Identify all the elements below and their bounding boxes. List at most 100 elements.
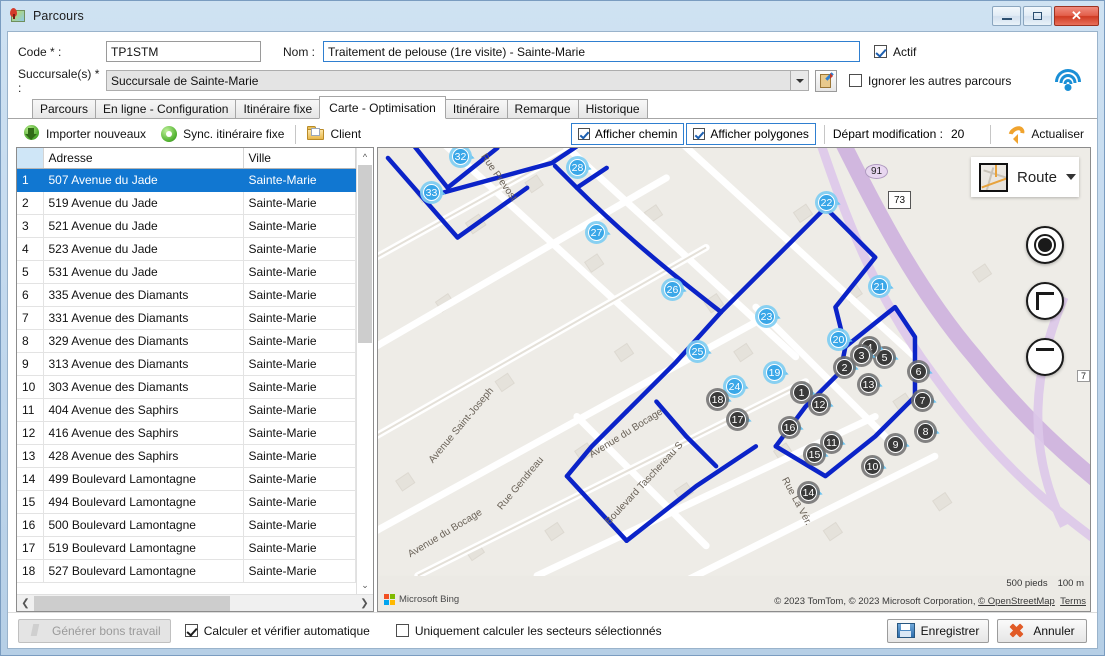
table-row[interactable]: 6 335 Avenue des Diamants Sainte-Marie [17,283,356,307]
nom-input[interactable] [323,41,861,62]
tab-itineraire[interactable]: Itinéraire [444,99,508,118]
map-marker-28[interactable]: 28 [566,156,595,180]
map-marker-19[interactable]: 19 [763,361,792,385]
map-marker-27[interactable]: 27 [585,221,614,245]
tab-remarque[interactable]: Remarque [506,99,579,118]
header-form: Code * : Nom : Actif Succursale(s) * : [8,32,1097,98]
tab-itineraire-fixe[interactable]: Itinéraire fixe [235,99,321,118]
ignorer-check-box[interactable] [849,74,862,87]
map-marker-15[interactable]: 15 [803,443,832,467]
hscroll-thumb[interactable] [34,595,230,611]
table-row[interactable]: 12 416 Avenue des Saphirs Sainte-Marie [17,421,356,445]
sync-itineraire-fixe-button[interactable]: Sync. itinéraire fixe [153,122,291,146]
table-row[interactable]: 11 404 Avenue des Saphirs Sainte-Marie [17,398,356,422]
calculer-check-box[interactable] [184,624,198,637]
table-row[interactable]: 17 519 Boulevard Lamontagne Sainte-Marie [17,536,356,560]
uniquement-check-box[interactable] [395,624,409,637]
map-marker-13[interactable]: 13 [857,373,886,397]
scroll-left-icon[interactable]: ❮ [17,598,34,609]
table-row[interactable]: 10 303 Avenue des Diamants Sainte-Marie [17,375,356,399]
column-header-adresse[interactable]: Adresse [43,148,244,169]
chevron-down-icon[interactable] [1066,174,1077,180]
ignorer-checkbox[interactable]: Ignorer les autres parcours [849,74,1011,88]
map-marker-9[interactable]: 9 [884,433,913,457]
map-marker-23[interactable]: 23 [755,305,784,329]
locate-button[interactable] [1026,226,1064,264]
chevron-down-icon[interactable] [791,70,809,91]
close-button[interactable]: ✕ [1054,6,1099,26]
map-marker-6[interactable]: 6 [907,360,936,384]
maximize-button[interactable] [1023,6,1052,26]
column-header-ville[interactable]: Ville [243,148,356,169]
map-marker-26[interactable]: 26 [661,278,690,302]
table-row[interactable]: 8 329 Avenue des Diamants Sainte-Marie [17,329,356,353]
map-layer-selector[interactable]: Route [971,157,1079,197]
map-marker-14[interactable]: 14 [797,481,826,505]
uniquement-checkbox[interactable]: Uniquement calculer les secteurs sélecti… [395,624,662,638]
map-marker-32[interactable]: 32 [449,148,478,169]
client-button[interactable]: Client [300,122,368,146]
map-marker-7[interactable]: 7 [911,389,940,413]
afficher-chemin-check-box[interactable] [577,128,590,140]
table-row[interactable]: 7 331 Avenue des Diamants Sainte-Marie [17,306,356,330]
zoom-in-button[interactable] [1026,282,1064,320]
row-adresse: 527 Boulevard Lamontagne [43,559,244,583]
table-row[interactable]: 14 499 Boulevard Lamontagne Sainte-Marie [17,467,356,491]
tab-parcours[interactable]: Parcours [32,99,97,118]
map-marker-17[interactable]: 17 [726,408,755,432]
tab-en-ligne-configuration[interactable]: En ligne - Configuration [95,99,237,118]
attribution-osm-link[interactable]: © OpenStreetMap [978,596,1055,607]
map-marker-16[interactable]: 16 [778,416,807,440]
table-row[interactable]: 9 313 Avenue des Diamants Sainte-Marie [17,352,356,376]
map-marker-20[interactable]: 20 [827,328,856,352]
afficher-polygones-check-box[interactable] [693,128,706,140]
generer-bons-travail-button[interactable]: Générer bons travail [18,618,171,643]
edit-pencil-icon[interactable] [815,69,837,92]
map-marker-21[interactable]: 21 [868,275,897,299]
actif-checkbox[interactable]: Actif [874,45,916,59]
afficher-polygones-checkbox[interactable]: Afficher polygones [686,123,816,145]
table-row[interactable]: 15 494 Boulevard Lamontagne Sainte-Marie [17,490,356,514]
map-marker-2[interactable]: 2 [833,356,862,380]
scroll-down-icon[interactable]: ⌄ [357,577,373,594]
map-marker-8[interactable]: 8 [914,420,943,444]
table-row[interactable]: 4 523 Avenue du Jade Sainte-Marie [17,237,356,261]
hscroll-track[interactable] [34,595,356,611]
actualiser-button[interactable]: Actualiser [1001,122,1091,146]
afficher-chemin-checkbox[interactable]: Afficher chemin [570,123,685,145]
annuler-button[interactable]: Annuler [997,618,1087,643]
grid-vertical-scrollbar[interactable]: ^ ⌄ [356,148,373,594]
grid-horizontal-scrollbar[interactable]: ❮ ❯ [17,594,373,611]
table-row[interactable]: 13 428 Avenue des Saphirs Sainte-Marie [17,444,356,468]
table-row[interactable]: 16 500 Boulevard Lamontagne Sainte-Marie [17,513,356,537]
succursale-input[interactable] [106,70,791,91]
table-row[interactable]: 1 507 Avenue du Jade Sainte-Marie [17,168,356,192]
tab-historique[interactable]: Historique [577,99,648,118]
column-header-index[interactable] [17,148,44,169]
map-marker-33[interactable]: 33 [420,181,449,205]
table-row[interactable]: 3 521 Avenue du Jade Sainte-Marie [17,214,356,238]
map-canvas[interactable]: Rue Prevost Avenue Saint-Joseph Rue Gend… [377,147,1091,612]
calculer-checkbox[interactable]: Calculer et vérifier automatique [184,624,370,638]
map-marker-12[interactable]: 12 [808,393,837,417]
enregistrer-button[interactable]: Enregistrer [887,618,989,643]
vscroll-track[interactable] [357,165,373,577]
map-marker-10[interactable]: 10 [861,455,890,479]
zoom-out-button[interactable] [1026,338,1064,376]
scroll-right-icon[interactable]: ❯ [356,598,373,609]
actif-check-box[interactable] [874,45,888,58]
minimize-button[interactable] [992,6,1021,26]
table-row[interactable]: 2 519 Avenue du Jade Sainte-Marie [17,191,356,215]
row-adresse: 519 Boulevard Lamontagne [43,536,244,560]
code-input[interactable] [106,41,261,62]
table-row[interactable]: 18 527 Boulevard Lamontagne Sainte-Marie [17,559,356,583]
tab-carte-optimisation[interactable]: Carte - Optimisation [319,96,446,119]
vscroll-thumb[interactable] [358,165,372,343]
table-row[interactable]: 5 531 Avenue du Jade Sainte-Marie [17,260,356,284]
attribution-terms-link[interactable]: Terms [1060,596,1086,607]
succursale-combo[interactable] [106,70,809,91]
scroll-up-icon[interactable]: ^ [357,148,373,165]
map-marker-25[interactable]: 25 [686,340,715,364]
map-marker-22[interactable]: 22 [815,191,844,215]
importer-nouveaux-button[interactable]: Importer nouveaux [16,122,153,146]
